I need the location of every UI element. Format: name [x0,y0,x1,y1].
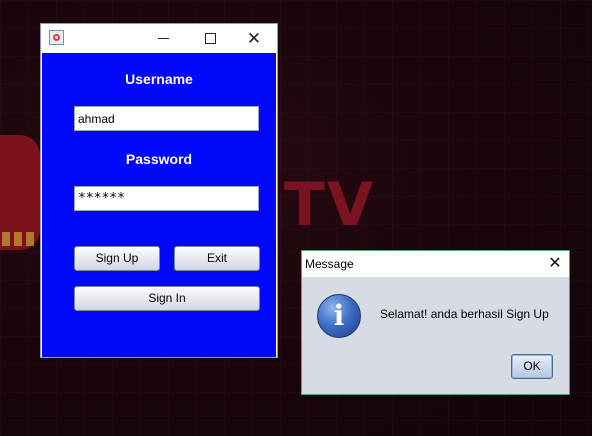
password-label: Password [125,151,193,167]
ok-button[interactable]: OK [511,354,553,379]
message-titlebar[interactable]: Message ✕ [302,251,569,277]
login-titlebar[interactable]: ✕ [41,24,277,53]
message-title: Message [305,257,354,271]
maximize-button[interactable] [187,24,233,53]
minimize-button[interactable] [141,24,187,53]
background-tv-text: TV [284,170,376,240]
close-button[interactable]: ✕ [231,24,277,53]
message-text: Selamat! anda berhasil Sign Up [380,307,549,321]
username-input[interactable] [74,106,259,131]
exit-button[interactable]: Exit [174,246,260,271]
message-close-button[interactable]: ✕ [542,251,568,277]
password-input[interactable] [74,186,259,211]
username-label: Username [125,71,193,87]
information-icon [317,294,361,338]
message-dialog: Message ✕ Selamat! anda berhasil Sign Up… [301,250,570,395]
sign-in-button[interactable]: Sign In [74,286,260,311]
background-logo-dots [2,232,38,246]
login-panel: Username Password Sign Up Exit Sign In [42,53,276,357]
java-app-icon [49,30,64,45]
login-window: ✕ Username Password Sign Up Exit Sign In [40,23,278,358]
sign-up-button[interactable]: Sign Up [74,246,160,271]
